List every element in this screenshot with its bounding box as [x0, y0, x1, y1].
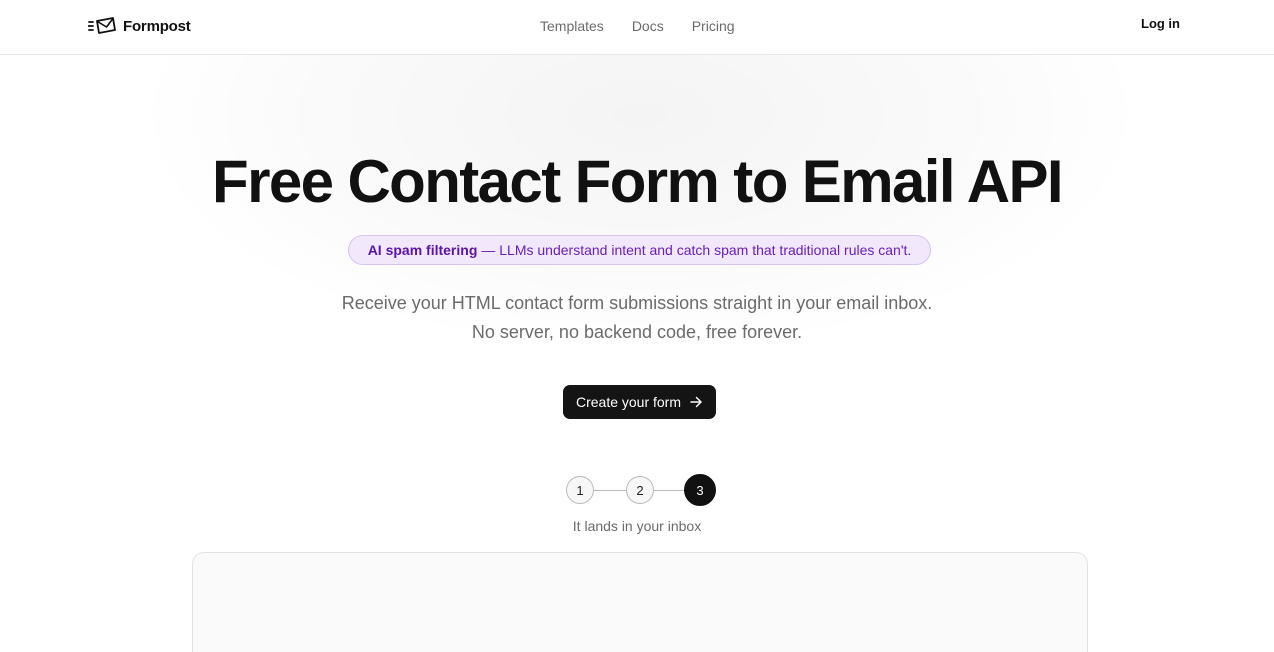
main-nav: Templates Docs Pricing	[540, 16, 735, 36]
arrow-right-icon	[690, 396, 702, 408]
create-form-button-label: Create your form	[575, 394, 682, 410]
login-link[interactable]: Log in	[1141, 16, 1180, 31]
nav-link-templates[interactable]: Templates	[540, 18, 604, 34]
nav-link-docs[interactable]: Docs	[632, 18, 664, 34]
envelope-fast-icon	[88, 17, 116, 34]
steps-indicator: 1 2 3	[0, 474, 1274, 506]
hero-subtitle-line-1: Receive your HTML contact form submissio…	[341, 293, 933, 313]
badge-highlight: AI spam filtering	[367, 242, 478, 258]
step-1-button[interactable]: 1	[566, 476, 594, 504]
nav-link-pricing[interactable]: Pricing	[692, 18, 735, 34]
step-caption: It lands in your inbox	[572, 518, 702, 534]
brand-logo-link[interactable]: Formpost	[88, 14, 191, 38]
demo-preview-panel	[192, 552, 1088, 652]
create-form-button[interactable]: Create your form	[563, 385, 716, 419]
ai-spam-badge: AI spam filtering — LLMs understand inte…	[348, 235, 931, 265]
page: Formpost Templates Docs Pricing Log in F…	[0, 0, 1274, 652]
site-header: Formpost Templates Docs Pricing Log in	[0, 0, 1274, 55]
brand-name: Formpost	[123, 17, 191, 35]
badge-text: — LLMs understand intent and catch spam …	[481, 242, 912, 258]
hero-subtitle-line-2: No server, no backend code, free forever…	[471, 322, 803, 342]
step-connector	[654, 490, 684, 491]
step-3-button[interactable]: 3	[684, 474, 716, 506]
step-2-button[interactable]: 2	[626, 476, 654, 504]
step-connector	[594, 490, 626, 491]
hero-title: Free Contact Form to Email API	[212, 148, 1064, 215]
